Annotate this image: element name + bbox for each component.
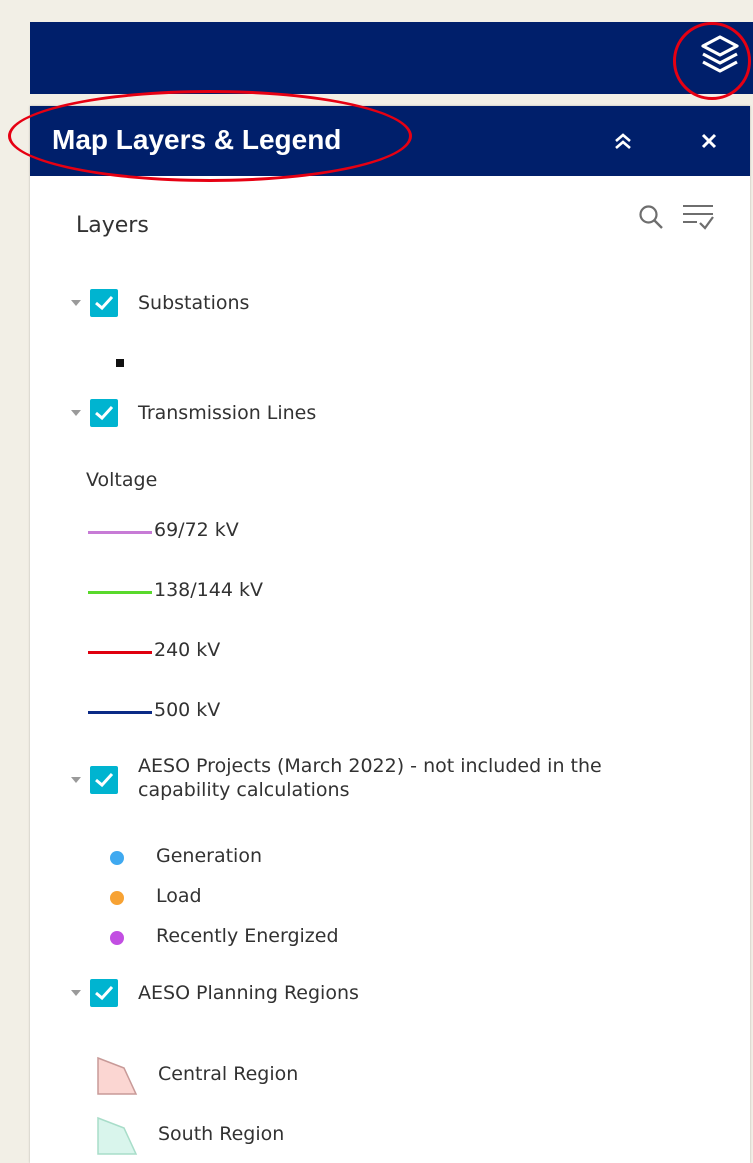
voltage-line-swatch xyxy=(88,591,152,594)
caret-down-icon[interactable] xyxy=(68,772,84,788)
voltage-label-500: 500 kV xyxy=(154,699,221,721)
close-icon xyxy=(700,132,718,154)
caret-down-icon[interactable] xyxy=(68,985,84,1001)
generation-dot-symbol xyxy=(110,851,124,865)
layer-label-planning-regions[interactable]: AESO Planning Regions xyxy=(138,982,359,1004)
voltage-label-69-72: 69/72 kV xyxy=(154,519,239,541)
voltage-line-swatch xyxy=(88,711,152,714)
caret-down-icon[interactable] xyxy=(68,405,84,421)
transmission-lines-checkbox[interactable] xyxy=(90,399,118,427)
filter-list-icon xyxy=(681,202,715,236)
layer-label-aeso-projects[interactable]: AESO Projects (March 2022) - not include… xyxy=(138,754,658,802)
central-region-polygon-symbol xyxy=(96,1056,140,1100)
top-app-bar xyxy=(30,22,753,94)
voltage-label-138-144: 138/144 kV xyxy=(154,579,263,601)
legend-label-central-region: Central Region xyxy=(158,1063,299,1085)
layer-row-aeso-projects: AESO Projects (March 2022) - not include… xyxy=(30,754,658,802)
voltage-line-swatch xyxy=(88,531,152,534)
layer-label-substations[interactable]: Substations xyxy=(138,292,249,314)
panel-title: Map Layers & Legend xyxy=(52,124,342,155)
load-dot-symbol xyxy=(110,891,124,905)
substations-checkbox[interactable] xyxy=(90,289,118,317)
aeso-projects-checkbox[interactable] xyxy=(90,766,118,794)
legend-label-recently-energized: Recently Energized xyxy=(156,925,339,947)
map-layers-panel: Map Layers & Legend Layers Substations T… xyxy=(30,106,750,1163)
layer-label-transmission-lines[interactable]: Transmission Lines xyxy=(138,402,316,424)
layers-toggle-button[interactable] xyxy=(697,30,743,86)
legend-label-south-region: South Region xyxy=(158,1123,285,1145)
search-icon xyxy=(638,204,664,234)
panel-header: Map Layers & Legend xyxy=(30,106,750,176)
voltage-line-swatch xyxy=(88,651,152,654)
south-region-polygon-symbol xyxy=(96,1116,140,1160)
legend-label-load: Load xyxy=(156,885,202,907)
double-chevron-up-icon xyxy=(612,130,634,156)
collapse-panel-button[interactable] xyxy=(606,126,640,160)
layers-stack-icon xyxy=(700,34,740,82)
filter-layers-button[interactable] xyxy=(680,202,716,236)
layers-heading: Layers xyxy=(76,213,149,238)
voltage-heading: Voltage xyxy=(86,469,158,491)
search-layers-button[interactable] xyxy=(636,202,666,236)
close-panel-button[interactable] xyxy=(692,126,726,160)
recently-energized-dot-symbol xyxy=(110,931,124,945)
planning-regions-checkbox[interactable] xyxy=(90,979,118,1007)
legend-label-generation: Generation xyxy=(156,845,262,867)
voltage-label-240: 240 kV xyxy=(154,639,221,661)
layer-row-transmission-lines: Transmission Lines xyxy=(30,399,316,427)
layer-row-substations: Substations xyxy=(30,289,249,317)
layer-row-planning-regions: AESO Planning Regions xyxy=(30,979,359,1007)
caret-down-icon[interactable] xyxy=(68,295,84,311)
substation-symbol xyxy=(116,359,124,367)
